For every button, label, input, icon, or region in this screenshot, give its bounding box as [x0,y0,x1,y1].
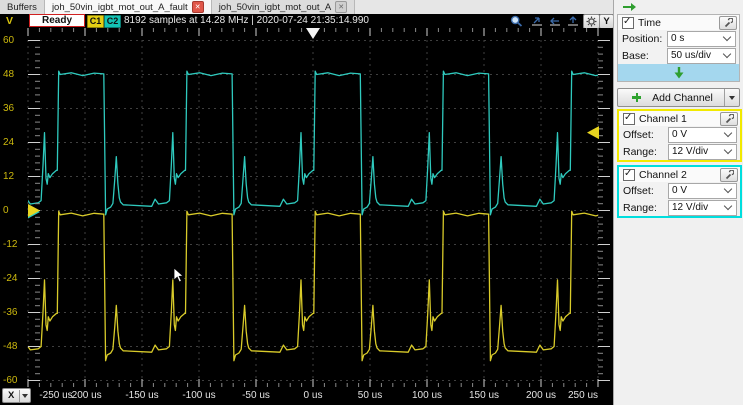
y-tick-label: 36 [3,102,15,114]
channel1-offset-select[interactable]: 0 V [668,126,737,143]
zoom-fit-icon[interactable] [530,15,544,27]
y-tick-label: -48 [3,340,18,352]
waveforms-app: Buffers joh_50vin_igbt_mot_out_A_fault j… [0,0,743,405]
y-tick-label: 48 [3,68,15,80]
channel1-badge[interactable]: C1 [87,15,104,28]
channel1-range-select[interactable]: 12 V/div [668,143,737,160]
position-select[interactable]: 0 s [667,30,736,47]
channel1-panel: Channel 1 Offset: 0 V Range: 12 [617,109,742,162]
config-sidebar: Time Position: 0 s Base: 50 us/d [613,0,743,405]
scope-plot[interactable] [0,28,613,387]
y-tick-label: 12 [3,170,15,182]
close-icon[interactable] [191,1,204,13]
tab-label: joh_50vin_igbt_mot_out_A_fault [51,1,188,13]
chevron-down-icon [722,49,732,59]
y-tick-label: 24 [3,136,15,148]
time-checkbox[interactable] [622,16,634,29]
zoom-x-fit-icon[interactable] [548,15,562,27]
x-tick-label: 50 us [357,390,383,401]
scope-area: V Ready C1 C2 8192 samples at 14.28 MHz … [0,14,614,405]
channel1-offset-value: 0 V [672,129,688,140]
time-settings-button[interactable] [719,15,737,30]
channel2-panel: Channel 2 Offset: 0 V Range: 12 [617,165,742,218]
channel1-title: Channel 1 [639,112,687,125]
y-axis-button[interactable]: Y [599,14,614,29]
wrench-icon [725,169,734,179]
channel1-checkbox[interactable] [623,112,635,125]
plot-settings-button[interactable] [583,14,600,29]
x-tick-label: 0 us [303,390,323,401]
channel2-offset-select[interactable]: 0 V [668,182,737,199]
add-channel-dropdown[interactable] [724,89,739,106]
x-axis-bar: X -250 us -200 us -150 us -100 us -50 us 0 us… [0,387,613,405]
time-panel-title: Time [638,16,661,29]
channel2-range-value: 12 V/div [672,202,709,213]
channel2-range-select[interactable]: 12 V/div [668,199,737,216]
chevron-down-icon [729,95,735,100]
position-value: 0 s [671,33,685,44]
y-tick-label: -12 [3,238,18,250]
close-icon[interactable] [335,1,348,13]
add-channel-label: Add Channel [652,91,713,104]
zoom-magnifier-icon[interactable] [510,15,524,27]
x-tick-label: -50 us [242,390,270,401]
arrow-down-icon [674,67,683,79]
run-progress-strip[interactable] [618,64,739,81]
chevron-down-icon [723,184,733,194]
x-tick-label: 150 us [468,390,500,401]
chevron-down-icon [723,128,733,138]
status-ready: Ready [29,14,85,27]
range-label: Range: [623,145,657,158]
x-tick-label: -100 us [182,390,216,401]
channel2-settings-button[interactable] [720,167,738,182]
chevron-down-icon [20,393,30,398]
channel1-settings-button[interactable] [720,111,738,126]
base-value: 50 us/div [671,50,712,61]
base-label: Base: [622,49,649,62]
plus-icon [632,93,641,102]
y-tick-label: 60 [3,34,15,46]
y-tick-label: 0 [3,204,9,216]
time-panel: Time Position: 0 s Base: 50 us/d [617,14,740,82]
zoom-y-fit-icon[interactable] [566,15,580,27]
x-axis-button[interactable]: X [2,388,32,403]
y-unit-label: V [6,15,14,27]
x-tick-label: -150 us [125,390,159,401]
channel2-title: Channel 2 [639,168,687,181]
status-bar: V Ready C1 C2 8192 samples at 14.28 MHz … [0,14,614,29]
channel1-range-value: 12 V/div [672,146,709,157]
tab-label: Buffers [7,1,37,13]
acquisition-info: 8192 samples at 14.28 MHz | 2020-07-24 2… [124,15,369,26]
y-tick-label: -36 [3,306,18,318]
add-channel-button[interactable]: Add Channel [617,88,740,107]
channel2-offset-value: 0 V [672,185,688,196]
position-label: Position: [622,32,663,45]
y-tick-label: -60 [3,374,18,386]
tab-capture-fault[interactable]: joh_50vin_igbt_mot_out_A_fault [44,0,212,14]
wrench-icon [725,113,734,123]
base-select[interactable]: 50 us/div [667,47,736,64]
x-tick-label: 250 us [567,390,599,401]
x-tick-label: 100 us [411,390,443,401]
wrench-icon [724,17,733,27]
x-tick-label: -200 us [68,390,102,401]
tab-capture[interactable]: joh_50vin_igbt_mot_out_A [211,0,356,14]
chevron-down-icon [723,145,733,155]
channel2-checkbox[interactable] [623,168,635,181]
x-axis-button-label: X [3,389,21,402]
collapse-panel-arrow-icon[interactable] [622,2,637,12]
chevron-down-icon [723,201,733,211]
gear-icon [586,16,597,27]
offset-label: Offset: [623,128,654,141]
range-label: Range: [623,201,657,214]
chevron-down-icon [722,32,732,42]
tab-bar: Buffers joh_50vin_igbt_mot_out_A_fault j… [0,0,613,15]
tab-buffers[interactable]: Buffers [0,0,45,14]
tab-label: joh_50vin_igbt_mot_out_A [218,1,332,13]
y-tick-label: -24 [3,272,18,284]
channel2-badge[interactable]: C2 [104,15,121,28]
offset-label: Offset: [623,184,654,197]
